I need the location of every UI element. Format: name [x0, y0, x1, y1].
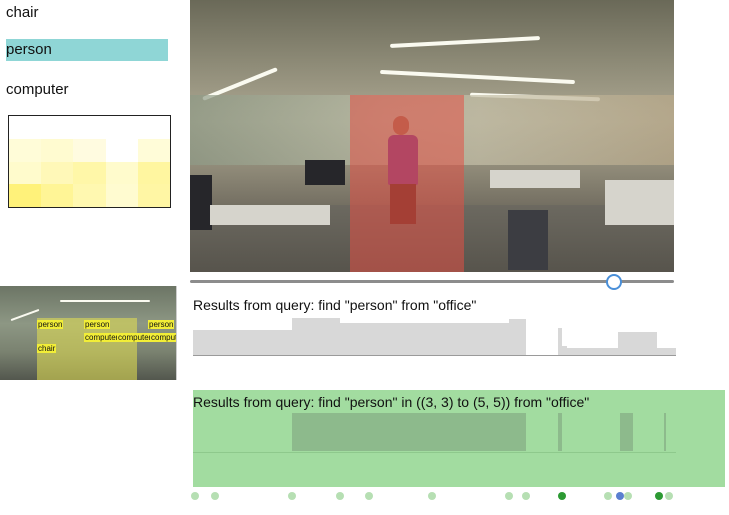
timeline-segment[interactable] — [509, 319, 527, 356]
spatial-heatmap[interactable] — [8, 115, 171, 208]
heatmap-cell[interactable] — [41, 184, 75, 207]
tag-person: person — [148, 320, 175, 329]
chair-dark — [508, 210, 548, 270]
class-item-label: chair — [6, 4, 39, 21]
result-dot[interactable] — [288, 492, 296, 500]
result-dot[interactable] — [210, 492, 219, 500]
timeline-segment[interactable] — [292, 318, 341, 356]
video-scrubber-handle[interactable] — [605, 274, 622, 290]
desk — [490, 170, 580, 188]
heatmap-cell[interactable] — [137, 161, 170, 185]
tag-computer: computer — [84, 333, 120, 342]
desk — [210, 205, 330, 225]
tag-person: person — [37, 320, 64, 329]
heatmap-cell[interactable] — [73, 138, 107, 162]
ceiling-light — [60, 300, 150, 302]
heatmap-cell[interactable] — [105, 116, 139, 139]
result-dot[interactable] — [604, 492, 613, 500]
heatmap-cell[interactable] — [137, 184, 170, 207]
result-dot[interactable] — [623, 492, 632, 500]
heatmap-cell[interactable] — [9, 184, 42, 207]
monitor-dark — [190, 175, 212, 230]
result-dot[interactable] — [655, 492, 664, 500]
desk — [605, 180, 674, 225]
class-item-computer[interactable]: computer — [6, 80, 69, 100]
video-frame[interactable] — [190, 0, 674, 272]
result-dot[interactable] — [365, 492, 374, 500]
timeline-divider — [193, 452, 676, 453]
tag-chair: chair — [37, 344, 57, 353]
heatmap-cell[interactable] — [73, 184, 107, 207]
heatmap-cell[interactable] — [9, 138, 42, 162]
monitor-dark — [305, 160, 345, 185]
video-scrubber-track[interactable] — [190, 280, 674, 283]
timeline-segment[interactable] — [340, 322, 510, 356]
tag-computer: computer — [150, 333, 176, 342]
results-title: Results from query: find "person" from "… — [193, 297, 477, 313]
timeline-segment[interactable] — [618, 332, 657, 356]
heatmap-cell[interactable] — [9, 161, 42, 185]
tag-person: person — [84, 320, 111, 329]
video-ceiling — [190, 0, 674, 110]
result-dot[interactable] — [191, 492, 200, 500]
result-dot[interactable] — [522, 492, 531, 500]
class-item-person[interactable]: person — [6, 39, 168, 61]
heatmap-cell[interactable] — [137, 138, 170, 162]
class-item-label: person — [6, 41, 52, 58]
heatmap-cell[interactable] — [41, 161, 75, 185]
results-title: Results from query: find "person" in ((3… — [193, 394, 590, 410]
heatmap-cell[interactable] — [41, 116, 75, 139]
heatmap-cell[interactable] — [41, 138, 75, 162]
region-match-block[interactable] — [663, 413, 667, 451]
heatmap-cell[interactable] — [9, 116, 42, 139]
heatmap-cell[interactable] — [137, 116, 170, 139]
detection-thumbnail[interactable]: person person person computer computer c… — [0, 286, 177, 380]
heatmap-cell[interactable] — [73, 161, 107, 185]
ceiling-light — [10, 308, 40, 322]
timeline-baseline — [193, 355, 676, 356]
region-match-block[interactable] — [292, 413, 527, 451]
heatmap-cell[interactable] — [73, 116, 107, 139]
result-dot[interactable] — [505, 492, 514, 500]
result-dot[interactable] — [558, 492, 567, 500]
tag-computer: computer — [117, 333, 153, 342]
region-match-block[interactable] — [557, 413, 563, 451]
heatmap-cell[interactable] — [105, 138, 139, 162]
timeline-segment[interactable] — [193, 330, 292, 356]
result-dot[interactable] — [428, 492, 437, 500]
result-dot[interactable] — [664, 492, 673, 500]
heatmap-cell[interactable] — [105, 184, 139, 207]
heatmap-cell[interactable] — [105, 161, 139, 185]
query-region-highlight — [350, 95, 464, 272]
results-timeline[interactable] — [193, 318, 676, 356]
region-match-block[interactable] — [620, 413, 633, 451]
result-dot[interactable] — [336, 492, 345, 500]
class-item-chair[interactable]: chair — [6, 3, 39, 23]
class-item-label: computer — [6, 81, 69, 98]
